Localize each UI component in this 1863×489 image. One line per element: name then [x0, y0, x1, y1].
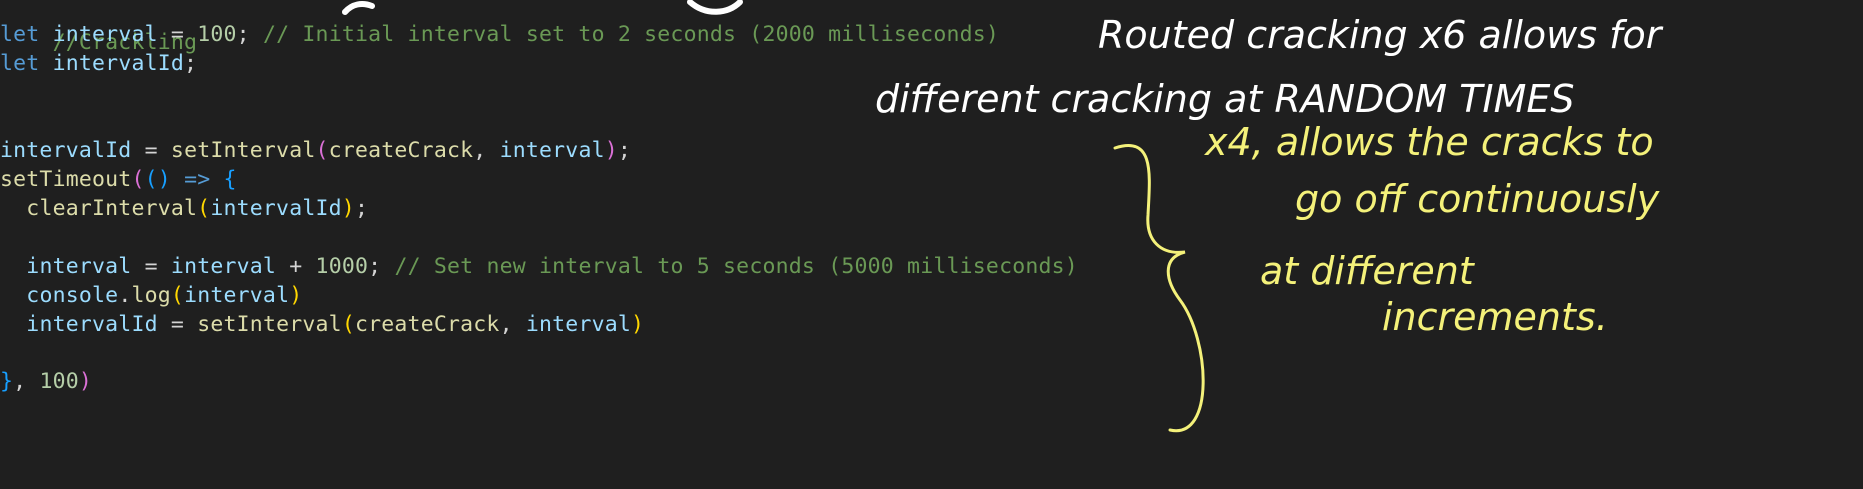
ink-stroke [687, 0, 743, 15]
curly-brace-mark [1113, 144, 1205, 433]
handwritten-note: different cracking at RANDOM TIMES [875, 77, 1575, 121]
handwritten-note: x4, allows the cracks to [1204, 120, 1654, 164]
handwritten-note: increments. [1382, 295, 1608, 339]
ink-stroke [342, 1, 375, 15]
handwritten-annotations: Routed cracking x6 allows for different … [342, 0, 1664, 433]
handwritten-note: Routed cracking x6 allows for [1098, 13, 1664, 57]
handwritten-note: at different [1260, 249, 1476, 293]
handwritten-note: go off continuously [1295, 177, 1660, 221]
